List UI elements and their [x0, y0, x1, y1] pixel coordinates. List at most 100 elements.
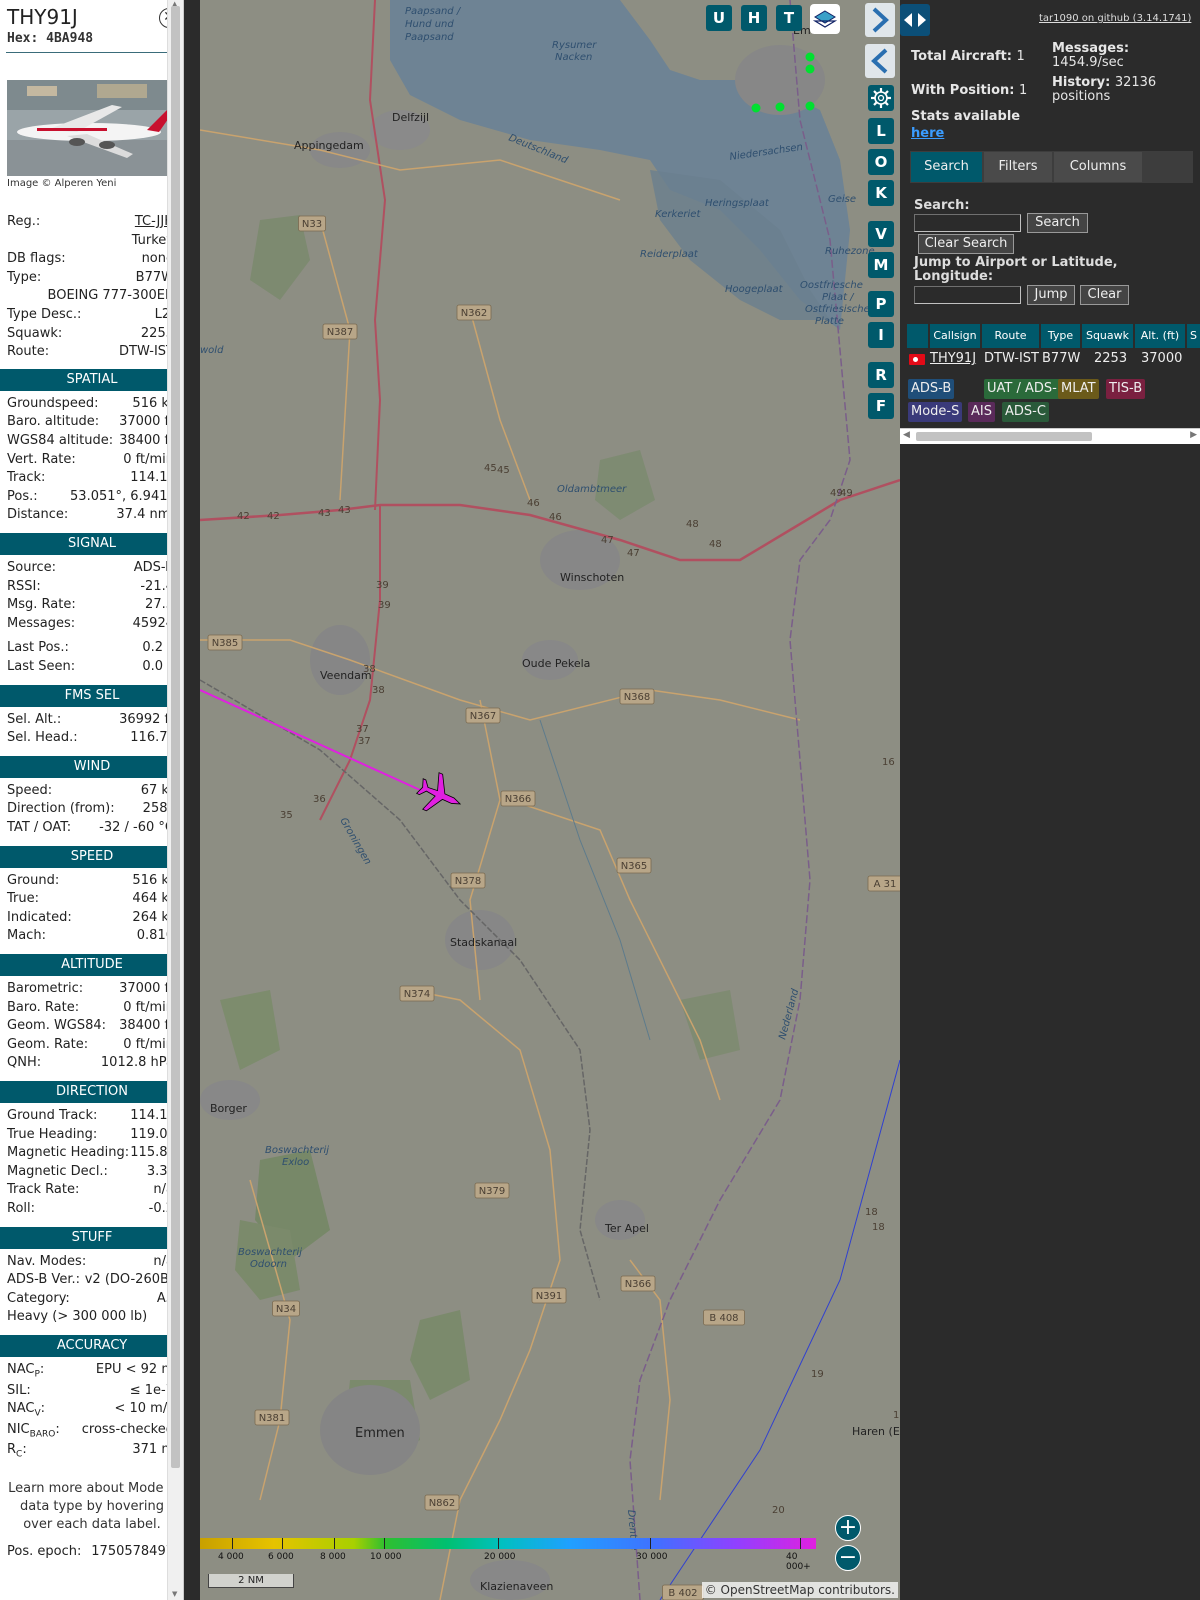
map-button-r[interactable]: R [868, 362, 894, 388]
info-label[interactable]: NACV: [7, 1401, 45, 1419]
info-label[interactable]: Sel. Alt.: [7, 712, 61, 727]
info-label[interactable]: Ground Track: [7, 1108, 97, 1123]
info-label[interactable]: Vert. Rate: [7, 452, 76, 467]
info-label[interactable]: Last Pos.: [7, 640, 69, 655]
info-label[interactable]: Barometric: [7, 981, 83, 996]
minus-icon[interactable]: − [835, 1545, 861, 1571]
info-label[interactable]: Msg. Rate: [7, 597, 76, 612]
info-label[interactable]: RSSI: [7, 579, 41, 594]
info-label[interactable]: Groundspeed: [7, 396, 98, 411]
info-label[interactable]: Geom. Rate: [7, 1037, 88, 1052]
table-header-flag[interactable] [907, 324, 928, 348]
info-label[interactable]: QNH: [7, 1055, 41, 1070]
map-button-m[interactable]: M [868, 252, 894, 278]
info-label[interactable]: Nav. Modes: [7, 1254, 86, 1269]
table-header-speed[interactable]: S [1187, 324, 1200, 348]
jump-input[interactable] [914, 286, 1021, 304]
row-callsign[interactable]: THY91J [930, 350, 976, 368]
info-label[interactable]: Track: [7, 470, 45, 485]
info-label[interactable]: Distance: [7, 507, 68, 522]
stats-link[interactable]: here [911, 126, 944, 141]
scroll-left-icon[interactable]: ◀ [903, 430, 910, 440]
search-input[interactable] [914, 214, 1021, 232]
scroll-down-icon[interactable]: ▼ [172, 1590, 177, 1598]
layers-button[interactable] [810, 4, 840, 34]
info-label[interactable]: Pos.: [7, 489, 38, 504]
info-label[interactable]: Baro. Rate: [7, 1000, 79, 1015]
table-header-callsign[interactable]: Callsign [930, 324, 980, 348]
info-label[interactable]: Magnetic Heading: [7, 1145, 129, 1160]
search-button[interactable]: Search [1027, 213, 1088, 233]
info-label[interactable]: Type Desc.: [7, 307, 81, 322]
map-button-o[interactable]: O [868, 149, 894, 175]
info-label[interactable]: NACP: [7, 1362, 44, 1380]
info-label[interactable]: Magnetic Decl.: [7, 1164, 108, 1179]
table-horizontal-scrollbar[interactable]: ◀ ▶ [900, 428, 1200, 444]
info-label[interactable]: Direction (from): [7, 801, 115, 816]
info-label[interactable]: Geom. WGS84: [7, 1018, 106, 1033]
info-label[interactable]: Sel. Head.: [7, 730, 78, 745]
info-label[interactable]: WGS84 altitude: [7, 433, 113, 448]
map-canvas[interactable]: Paapsand / Hund und Paapsand Rysumer Nac… [200, 0, 900, 1600]
map-button-f[interactable]: F [868, 393, 894, 419]
sidebar-scrollbar[interactable]: ▲ ▼ [167, 0, 183, 1600]
table-header-squawk[interactable]: Squawk [1082, 324, 1133, 348]
road-shield-label: B 408 [709, 1313, 738, 1324]
table-row[interactable]: THY91J DTW-IST B77W 2253 37000 [907, 350, 1200, 368]
map-button-l[interactable]: L [868, 118, 894, 144]
info-label[interactable]: Speed: [7, 783, 52, 798]
settings-button[interactable] [868, 85, 894, 111]
next-aircraft-button[interactable] [865, 3, 895, 37]
info-label[interactable]: Track Rate: [7, 1182, 79, 1197]
aircraft-photo[interactable] [7, 80, 174, 176]
info-label[interactable]: TAT / OAT: [7, 820, 71, 835]
info-label[interactable]: Mach: [7, 928, 46, 943]
info-label[interactable]: Indicated: [7, 910, 72, 925]
info-label[interactable]: ADS-B Ver.: [7, 1272, 80, 1287]
github-link[interactable]: tar1090 on github (3.14.1741) [1039, 13, 1191, 24]
info-label[interactable]: Baro. altitude: [7, 414, 99, 429]
info-label[interactable]: True Heading: [7, 1127, 97, 1142]
map-button-p[interactable]: P [868, 291, 894, 317]
info-label[interactable]: Reg.: [7, 214, 40, 229]
map-button-u[interactable]: U [706, 5, 732, 31]
info-label[interactable]: Messages: [7, 616, 75, 631]
info-label[interactable]: Ground: [7, 873, 59, 888]
scrollbar-thumb[interactable] [171, 6, 180, 1468]
info-label[interactable]: Type: [7, 270, 41, 285]
info-label[interactable]: NICBARO: [7, 1422, 60, 1440]
map-view[interactable]: Paapsand / Hund und Paapsand Rysumer Nac… [200, 0, 900, 1600]
toggle-sidebar-button[interactable] [900, 4, 930, 36]
info-label[interactable]: Category: [7, 1291, 70, 1306]
map-attribution[interactable]: © OpenStreetMap contributors. [701, 1582, 898, 1598]
info-label[interactable]: Roll: [7, 1201, 35, 1216]
info-label[interactable]: Last Seen: [7, 659, 75, 674]
scroll-right-icon[interactable]: ▶ [1190, 430, 1197, 440]
info-label[interactable]: Heavy (> 300 000 lb) [7, 1309, 147, 1324]
info-label[interactable]: Route: [7, 344, 49, 359]
map-button-h[interactable]: H [741, 5, 767, 31]
map-button-i[interactable]: I [868, 322, 894, 348]
table-header-altitude[interactable]: Alt. (ft) [1135, 324, 1185, 348]
tab-search[interactable]: Search [911, 152, 982, 182]
map-button-t[interactable]: T [776, 5, 802, 31]
info-label[interactable]: Source: [7, 560, 56, 575]
info-label[interactable]: SIL: [7, 1383, 31, 1398]
clear-search-button[interactable]: Clear Search [918, 234, 1014, 254]
info-label[interactable]: Squawk: [7, 326, 62, 341]
scrollbar-thumb[interactable] [916, 432, 1092, 441]
info-label[interactable]: DB flags: [7, 251, 66, 266]
plus-icon[interactable]: + [835, 1515, 861, 1541]
info-label[interactable]: True: [7, 891, 39, 906]
info-label[interactable]: RC: [7, 1442, 27, 1460]
jump-button[interactable]: Jump [1027, 285, 1075, 305]
table-header-type[interactable]: Type [1041, 324, 1080, 348]
prev-aircraft-button[interactable] [865, 44, 895, 78]
map-button-k[interactable]: K [868, 180, 894, 206]
clear-button[interactable]: Clear [1080, 285, 1129, 305]
tab-columns[interactable]: Columns [1054, 152, 1142, 182]
map-button-v[interactable]: V [868, 221, 894, 247]
selected-callsign: THY91J [7, 5, 78, 29]
tab-filters[interactable]: Filters [984, 152, 1052, 182]
table-header-route[interactable]: Route [982, 324, 1039, 348]
